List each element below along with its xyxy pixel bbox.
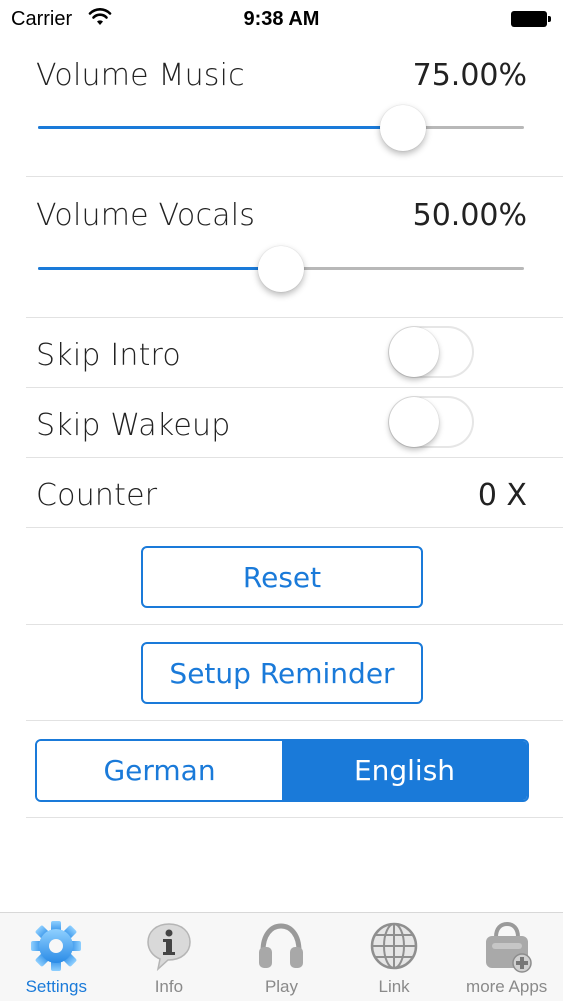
volume-music-row: Volume Music 75.00% xyxy=(0,50,563,176)
reset-button[interactable]: Reset xyxy=(141,546,423,608)
volume-music-value: 75.00% xyxy=(412,58,527,93)
tab-label-link: Link xyxy=(378,977,410,996)
divider xyxy=(26,817,563,818)
apps-bag-icon xyxy=(480,919,534,973)
globe-icon xyxy=(367,919,421,973)
volume-vocals-label: Volume Vocals xyxy=(36,198,256,233)
gear-icon xyxy=(29,919,83,973)
volume-music-slider[interactable] xyxy=(38,105,524,151)
skip-intro-row: Skip Intro xyxy=(0,318,563,386)
tab-bar: Settings Info Play Link more Apps xyxy=(0,912,563,1001)
skip-wakeup-toggle[interactable] xyxy=(388,396,474,448)
divider xyxy=(26,624,563,625)
tab-settings[interactable]: Settings xyxy=(0,913,113,1001)
divider xyxy=(26,720,563,721)
slider-thumb[interactable] xyxy=(380,105,426,151)
tab-play[interactable]: Play xyxy=(225,913,338,1001)
volume-vocals-slider[interactable] xyxy=(38,246,524,292)
clock: 9:38 AM xyxy=(243,8,320,30)
tab-label-more-apps: more Apps xyxy=(466,977,548,996)
tab-info[interactable]: Info xyxy=(113,913,226,1001)
segment-english[interactable]: English xyxy=(282,741,527,800)
volume-music-label: Volume Music xyxy=(36,58,245,93)
skip-wakeup-label: Skip Wakeup xyxy=(36,408,231,443)
counter-value: 0 X xyxy=(477,478,527,513)
tab-label-play: Play xyxy=(264,977,299,996)
segment-german[interactable]: German xyxy=(37,741,282,800)
info-icon xyxy=(142,919,196,973)
divider xyxy=(26,527,563,528)
skip-wakeup-row: Skip Wakeup xyxy=(0,388,563,456)
skip-intro-toggle[interactable] xyxy=(388,326,474,378)
counter-row: Counter 0 X xyxy=(0,458,563,526)
tab-label-settings: Settings xyxy=(25,977,88,996)
tab-link[interactable]: Link xyxy=(338,913,451,1001)
slider-fill xyxy=(38,267,281,270)
slider-thumb[interactable] xyxy=(258,246,304,292)
counter-label: Counter xyxy=(36,478,158,513)
battery-icon xyxy=(511,11,551,27)
language-segmented-control: German English xyxy=(35,739,529,802)
skip-intro-label: Skip Intro xyxy=(36,338,181,373)
status-bar: Carrier 9:38 AM xyxy=(0,0,563,38)
tab-label-info: Info xyxy=(154,977,184,996)
headphones-icon xyxy=(254,919,308,973)
tab-more-apps[interactable]: more Apps xyxy=(450,913,563,1001)
setup-reminder-button[interactable]: Setup Reminder xyxy=(141,642,423,704)
slider-fill xyxy=(38,126,403,129)
volume-vocals-value: 50.00% xyxy=(412,198,527,233)
divider xyxy=(26,176,563,177)
volume-vocals-row: Volume Vocals 50.00% xyxy=(0,190,563,317)
